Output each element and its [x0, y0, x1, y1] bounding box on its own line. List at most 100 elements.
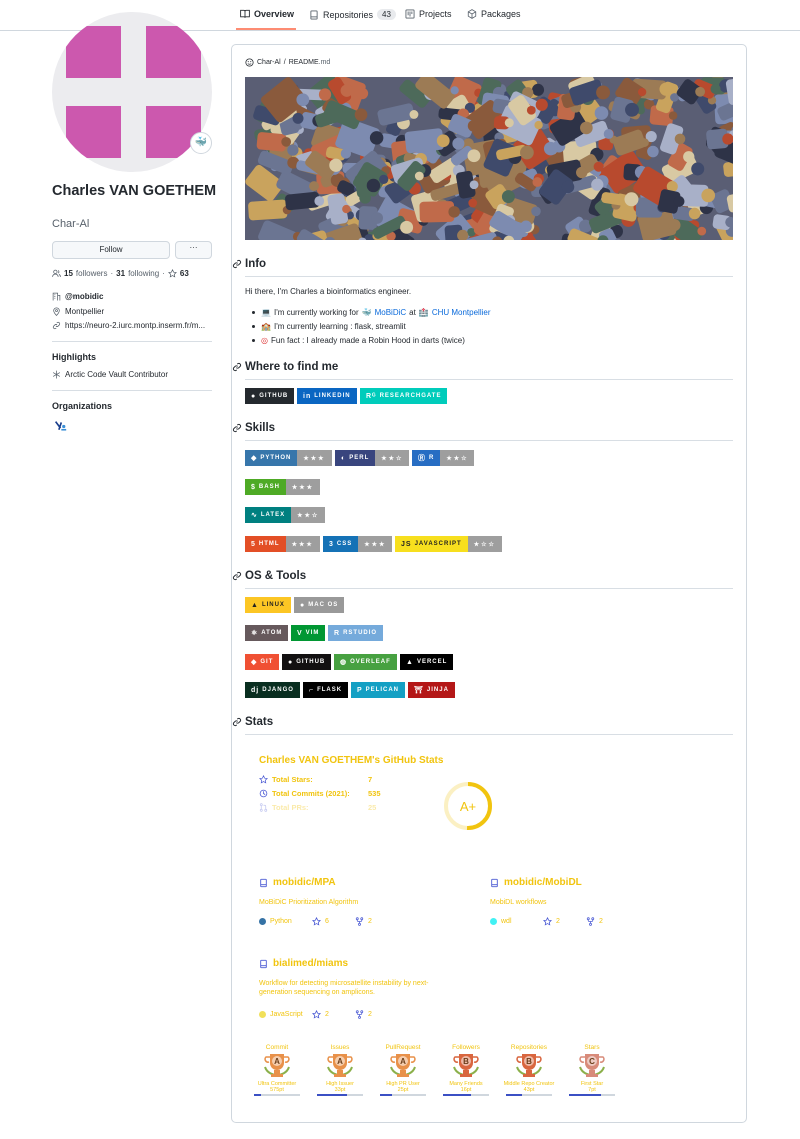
- badge-bash[interactable]: $ BASH ★★★: [245, 479, 321, 495]
- badge-label: CSS: [336, 541, 353, 547]
- badge-perl[interactable]: ◐ PERL ★★☆: [335, 450, 410, 466]
- breadcrumb-file[interactable]: README.md: [289, 59, 331, 66]
- follow-button[interactable]: Follow: [52, 241, 170, 259]
- org-avatar-mobidic[interactable]: [54, 420, 67, 433]
- badge-rating: ★★★: [285, 536, 320, 552]
- badge-flask[interactable]: ⌐ FLASK: [303, 682, 349, 698]
- badge-html[interactable]: 5 HTML ★★★: [245, 536, 320, 552]
- badge-github[interactable]: ● GITHUB: [282, 654, 332, 670]
- anchor-link-icon[interactable]: [232, 571, 242, 581]
- badge-css[interactable]: 3 CSS ★★★: [323, 536, 393, 552]
- github-icon: ●: [288, 658, 294, 666]
- breadcrumb-separator: /: [283, 59, 286, 66]
- smiley-icon: [245, 58, 254, 67]
- badge-linkedin[interactable]: in LINKEDIN: [297, 388, 357, 404]
- vercel-icon: ▲: [406, 658, 414, 666]
- heading-rule: [245, 379, 733, 380]
- trophy-issues: Issues A High Issuer 33pt: [312, 1044, 368, 1102]
- repo-stars: 2: [556, 918, 560, 925]
- anchor-link-icon[interactable]: [232, 717, 242, 727]
- anchor-link-icon[interactable]: [232, 259, 242, 269]
- badge-atom[interactable]: ⚛ ATOM: [245, 625, 289, 641]
- stat-row-commits: Total Commits (2021):: [259, 789, 350, 798]
- following-count[interactable]: 31: [116, 269, 125, 278]
- badge-jinja[interactable]: ⛩ JINJA: [408, 682, 455, 698]
- badge-label: PELICAN: [365, 687, 400, 693]
- list-item: 💻 I'm currently working for 🐳 MoBiDiC at …: [252, 308, 491, 317]
- badge-rating: ★★☆: [375, 450, 410, 466]
- badge-rating: ★★★: [358, 536, 393, 552]
- badge-github[interactable]: ● GITHUB: [245, 388, 295, 404]
- pelican-icon: P: [357, 686, 363, 694]
- badge-researchgate[interactable]: Rᴳ RESEARCHGATE: [360, 388, 448, 404]
- badge-python[interactable]: ◆ PYTHON ★★★: [245, 450, 332, 466]
- repo-card-meta: wdl 2 2: [490, 917, 603, 926]
- badge-r[interactable]: Ⓡ R ★★☆: [412, 450, 475, 466]
- badge-latex[interactable]: ∿ LATEX ★★☆: [245, 507, 326, 523]
- tab-projects[interactable]: Projects: [405, 9, 452, 19]
- chu-link[interactable]: CHU Montpellier: [432, 308, 491, 317]
- following-label[interactable]: following: [128, 269, 159, 278]
- flask-icon: ⌐: [309, 686, 315, 694]
- project-icon: [405, 9, 415, 19]
- more-options-button[interactable]: ···: [175, 241, 212, 259]
- highlight-item[interactable]: Arctic Code Vault Contributor: [52, 370, 168, 379]
- badge-mac-os[interactable]: ● MAC OS: [294, 597, 345, 613]
- tab-overview[interactable]: Overview: [240, 9, 294, 19]
- badge-django[interactable]: dj DJANGO: [245, 682, 300, 698]
- repo-card-title[interactable]: mobidic/MobiDL: [490, 877, 582, 888]
- stars-count[interactable]: 63: [180, 269, 189, 278]
- badge-rstudio[interactable]: R RSTUDIO: [328, 625, 384, 641]
- github-stats-title: Charles VAN GOETHEM's GitHub Stats: [259, 755, 444, 766]
- repo-card-title[interactable]: bialimed/miams: [259, 958, 348, 969]
- trophy-points: 25pt: [397, 1087, 409, 1093]
- badge-javascript[interactable]: JS JAVASCRIPT ★☆☆: [395, 536, 502, 552]
- linux-icon: ▲: [251, 601, 259, 609]
- vcard-organization[interactable]: @mobidic: [52, 292, 103, 301]
- badge-vim[interactable]: V VIM: [291, 625, 326, 641]
- badge-overleaf[interactable]: ◍ OVERLEAF: [334, 654, 397, 670]
- followers-label[interactable]: followers: [76, 269, 108, 278]
- avatar[interactable]: [52, 12, 212, 172]
- css-icon: 3: [329, 540, 334, 548]
- badge-git[interactable]: ◆ GIT: [245, 654, 280, 670]
- highlights-title: Highlights: [52, 352, 96, 362]
- trophy-progress-bar: [506, 1094, 552, 1096]
- status-emoji-button[interactable]: 🐳: [190, 132, 212, 154]
- badge-pelican[interactable]: P PELICAN: [351, 682, 406, 698]
- stat-row-prs: Total PRs:: [259, 803, 309, 812]
- repo-language: JavaScript: [270, 1011, 303, 1018]
- badge-rating: ★★☆: [291, 507, 326, 523]
- tab-repositories[interactable]: Repositories 43: [309, 9, 396, 20]
- badge-vercel[interactable]: ▲ VERCEL: [400, 654, 454, 670]
- tab-packages[interactable]: Packages: [467, 9, 521, 19]
- badge-label: R: [429, 455, 435, 461]
- hospital-icon: 🏥: [418, 308, 429, 317]
- badge-linux[interactable]: ▲ LINUX: [245, 597, 291, 613]
- badge-label: RSTUDIO: [343, 630, 378, 636]
- trophy-points: 33pt: [334, 1087, 346, 1093]
- badge-label: VIM: [305, 630, 320, 636]
- repo-card-title[interactable]: mobidic/MPA: [259, 877, 336, 888]
- badge-label: PERL: [349, 455, 370, 461]
- followers-count[interactable]: 15: [64, 269, 73, 278]
- trophy-cup-icon: B: [516, 1054, 542, 1077]
- mobidic-link[interactable]: MoBiDiC: [375, 308, 407, 317]
- anchor-link-icon[interactable]: [232, 362, 242, 372]
- badge-label: HTML: [258, 541, 280, 547]
- trophy-points: 7pt: [588, 1087, 596, 1093]
- website-link[interactable]: https://neuro-2.iurc.montp.inserm.fr/m..…: [65, 321, 205, 330]
- badge-label: LATEX: [260, 512, 286, 518]
- overleaf-icon: ◍: [340, 659, 348, 666]
- breadcrumb-user[interactable]: Char-Al: [257, 59, 281, 66]
- star-icon: [167, 269, 177, 278]
- python-icon: ◆: [251, 455, 258, 462]
- badge-label: PYTHON: [260, 455, 292, 461]
- school-icon: 🏫: [261, 322, 271, 331]
- trophy-cup-icon: B: [453, 1054, 479, 1077]
- trophy-rank: A: [274, 1057, 280, 1066]
- vcard-website[interactable]: https://neuro-2.iurc.montp.inserm.fr/m..…: [52, 321, 205, 330]
- anchor-link-icon[interactable]: [232, 423, 242, 433]
- badge-label: MAC OS: [308, 602, 339, 608]
- repo-icon: [260, 959, 267, 968]
